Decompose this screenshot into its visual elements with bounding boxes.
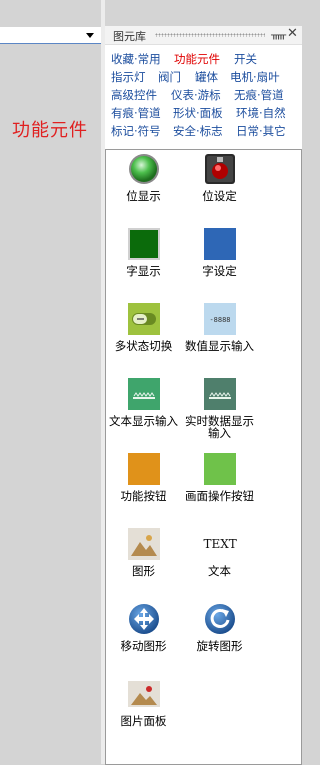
component-picture-panel[interactable]: 图片面板 — [106, 678, 181, 727]
component-label: 位设定 — [202, 189, 237, 203]
pin-icon[interactable]: ᚅ — [271, 28, 286, 41]
tab-function-components[interactable]: 功能元件 — [174, 51, 220, 67]
component-bit-display[interactable]: 位显示 — [106, 153, 181, 202]
component-label: 位显示 — [126, 189, 161, 203]
component-label: 字设定 — [202, 264, 237, 278]
tab-pipe-marked[interactable]: 有痕·管道 — [111, 105, 161, 121]
tab-advanced-controls[interactable]: 高级控件 — [111, 87, 157, 103]
green-indicator-icon — [128, 153, 160, 185]
component-word-setting[interactable]: 字设定 — [182, 228, 257, 277]
green-square-icon — [127, 228, 160, 260]
move-icon — [128, 603, 160, 635]
tab-tank[interactable]: 罐体 — [195, 69, 218, 85]
component-label: 图片面板 — [120, 714, 167, 728]
numeric-input-icon: -8888 — [203, 303, 236, 335]
panel-header: 图元库 ᚅ ✕ — [105, 26, 302, 45]
svg-text:-8888: -8888 — [209, 316, 230, 324]
component-word-display[interactable]: 字显示 — [106, 228, 181, 277]
component-label: 画面操作按钮 — [185, 489, 254, 503]
function-button-icon — [127, 453, 160, 485]
multistate-switch-icon — [127, 303, 160, 335]
dropdown-arrow-icon[interactable] — [86, 33, 94, 38]
tab-environment[interactable]: 环境·自然 — [236, 105, 286, 121]
component-multistate-switch[interactable]: 多状态切换 — [106, 303, 181, 352]
image-icon — [127, 528, 160, 560]
component-numeric-display-input[interactable]: -8888 数值显示输入 — [182, 303, 257, 352]
component-function-button[interactable]: 功能按钮 — [106, 453, 181, 502]
tab-meters[interactable]: 仪表·游标 — [171, 87, 221, 103]
tab-shapes[interactable]: 形状·面板 — [173, 105, 223, 121]
tab-markers[interactable]: 标记·符号 — [111, 123, 161, 139]
text-input-icon — [127, 378, 160, 410]
rotate-icon — [204, 603, 236, 635]
drag-grip[interactable] — [155, 33, 265, 37]
tab-indicator[interactable]: 指示灯 — [111, 69, 146, 85]
tab-pipe-plain[interactable]: 无痕·管道 — [234, 87, 284, 103]
component-graphic[interactable]: 图形 — [106, 528, 181, 577]
text-icon: TEXT — [203, 537, 237, 551]
component-label: 移动图形 — [120, 639, 167, 653]
component-label: 文本 — [208, 564, 231, 578]
work-area: 功能元件 — [0, 0, 106, 764]
component-text-display-input[interactable]: 文本显示输入 — [106, 378, 181, 427]
screen-button-icon — [203, 453, 236, 485]
component-bit-setting[interactable]: 位设定 — [182, 153, 257, 202]
component-library-panel: 图元库 ᚅ ✕ 收藏·常用 功能元件 开关 指示灯 阀门 罐体 电机·扇叶 高级… — [105, 26, 302, 765]
close-icon[interactable]: ✕ — [287, 26, 298, 41]
component-label: 旋转图形 — [196, 639, 243, 653]
component-label: 多状态切换 — [114, 339, 173, 353]
component-screen-operation-button[interactable]: 画面操作按钮 — [182, 453, 257, 502]
component-label: 功能按钮 — [120, 489, 167, 503]
component-title: 功能元件 — [12, 120, 88, 141]
component-label: 文本显示输入 — [109, 414, 178, 428]
component-rotate-graphic[interactable]: 旋转图形 — [182, 603, 257, 652]
component-label: 图形 — [132, 564, 155, 578]
panel-title: 图元库 — [113, 30, 146, 43]
tab-switch[interactable]: 开关 — [234, 51, 257, 67]
component-grid: 位显示 位设定 字显示 字设定 多状态切换 -8888 数值显示输入 文本显示输… — [105, 149, 302, 765]
tab-valve[interactable]: 阀门 — [158, 69, 181, 85]
component-label: 字显示 — [126, 264, 161, 278]
component-label: 数值显示输入 — [185, 339, 254, 353]
tab-safety[interactable]: 安全·标志 — [173, 123, 223, 139]
picture-panel-icon — [127, 678, 160, 710]
blue-square-icon — [203, 228, 236, 260]
component-label: 实时数据显示输入 — [185, 414, 254, 440]
realtime-data-icon — [203, 378, 236, 410]
tab-favorites[interactable]: 收藏·常用 — [111, 51, 161, 67]
component-realtime-data-display-input[interactable]: 实时数据显示输入 — [182, 378, 257, 439]
component-move-graphic[interactable]: 移动图形 — [106, 603, 181, 652]
tab-motor[interactable]: 电机·扇叶 — [230, 69, 280, 85]
tab-daily[interactable]: 日常·其它 — [236, 123, 286, 139]
red-button-icon — [204, 153, 236, 185]
component-text[interactable]: TEXT 文本 — [182, 528, 257, 577]
